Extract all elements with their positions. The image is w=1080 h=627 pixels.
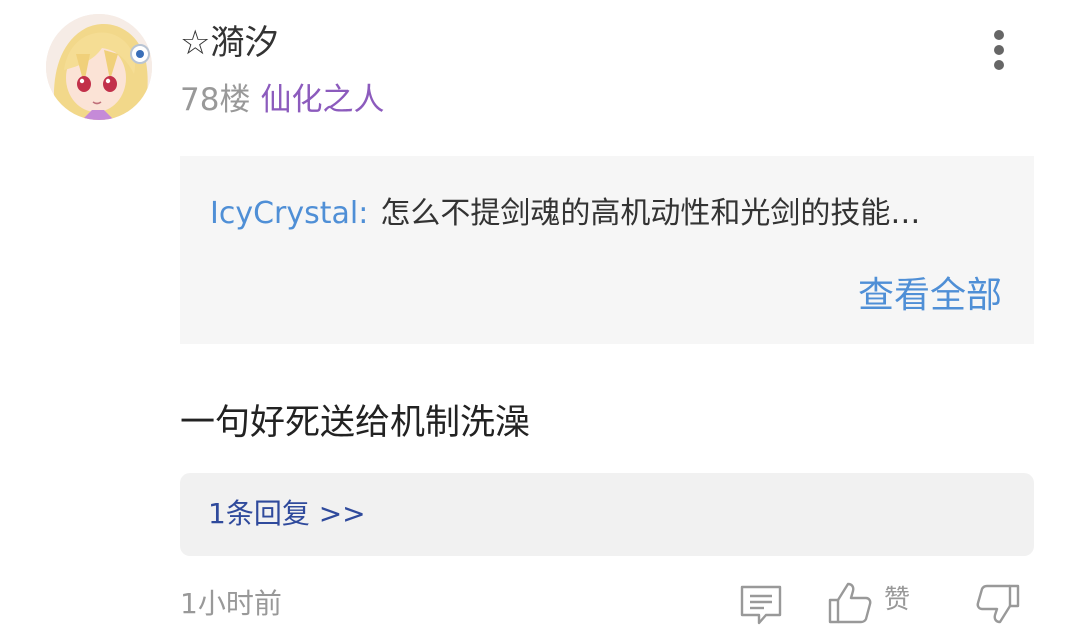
username[interactable]: ☆漪汐 xyxy=(180,22,278,64)
more-vertical-icon-dot xyxy=(994,45,1004,55)
like-label: 赞 xyxy=(884,585,911,615)
dislike-button[interactable] xyxy=(974,582,1022,627)
avatar[interactable] xyxy=(46,14,152,120)
like-button[interactable]: 赞 xyxy=(826,580,920,627)
view-all-link[interactable]: 查看全部 xyxy=(858,274,1002,318)
more-options-button[interactable] xyxy=(978,26,1020,74)
more-vertical-icon xyxy=(994,30,1004,40)
floor-number: 78楼 xyxy=(180,82,251,118)
replies-button[interactable]: 1条回复 >> xyxy=(180,473,1034,556)
comment-icon xyxy=(740,585,782,625)
thumbs-down-icon xyxy=(976,584,1020,624)
quote-author[interactable]: IcyCrystal: xyxy=(210,196,368,231)
anime-girl-avatar-icon xyxy=(46,14,152,120)
post-card: ☆漪汐 78楼 仙化之人 IcyCrystal: 怎么不提剑魂的高机动性和光剑的技能… xyxy=(0,0,1080,627)
post-meta: 78楼 仙化之人 xyxy=(180,80,384,120)
reply-button[interactable] xyxy=(738,583,784,627)
quote-line: IcyCrystal: 怎么不提剑魂的高机动性和光剑的技能… xyxy=(210,194,920,234)
user-level-badge: 仙化之人 xyxy=(260,82,385,118)
comment-body: 一句好死送给机制洗澡 xyxy=(180,403,531,443)
quote-text: 怎么不提剑魂的高机动性和光剑的技能… xyxy=(380,196,921,231)
thumbs-up-icon xyxy=(828,582,872,624)
more-vertical-icon-dot xyxy=(994,60,1004,70)
quoted-comment[interactable]: IcyCrystal: 怎么不提剑魂的高机动性和光剑的技能… 查看全部 xyxy=(180,156,1034,344)
timestamp: 1小时前 xyxy=(180,587,282,620)
replies-label: 1条回复 >> xyxy=(208,497,366,530)
